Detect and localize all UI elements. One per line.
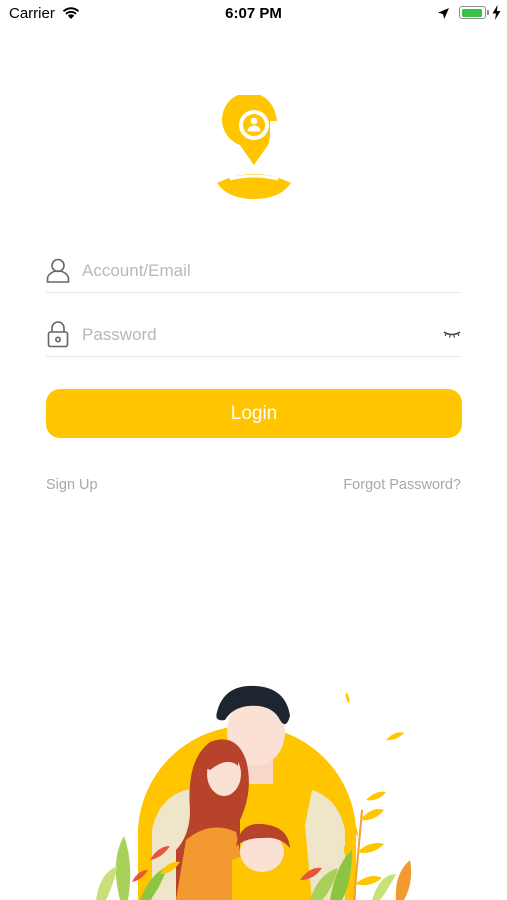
location-pin-user-icon: [217, 95, 291, 199]
login-button[interactable]: Login: [46, 389, 462, 438]
password-field: [46, 316, 461, 357]
battery-icon: [459, 6, 486, 19]
location-arrow-icon: [438, 8, 449, 19]
user-icon: [46, 258, 70, 283]
family-illustration: [96, 685, 412, 900]
status-bar: Carrier 6:07 PM: [0, 0, 507, 30]
account-input[interactable]: [80, 256, 434, 286]
battery-nub: [487, 10, 489, 15]
charging-bolt-icon: [492, 5, 501, 20]
sign-up-link[interactable]: Sign Up: [46, 477, 98, 493]
battery-level: [461, 8, 482, 17]
account-field: [46, 252, 461, 293]
eye-closed-icon[interactable]: [443, 329, 461, 339]
password-input[interactable]: [80, 320, 434, 350]
forgot-password-link[interactable]: Forgot Password?: [343, 477, 461, 493]
lock-icon: [47, 321, 69, 348]
status-time: 6:07 PM: [225, 5, 282, 22]
